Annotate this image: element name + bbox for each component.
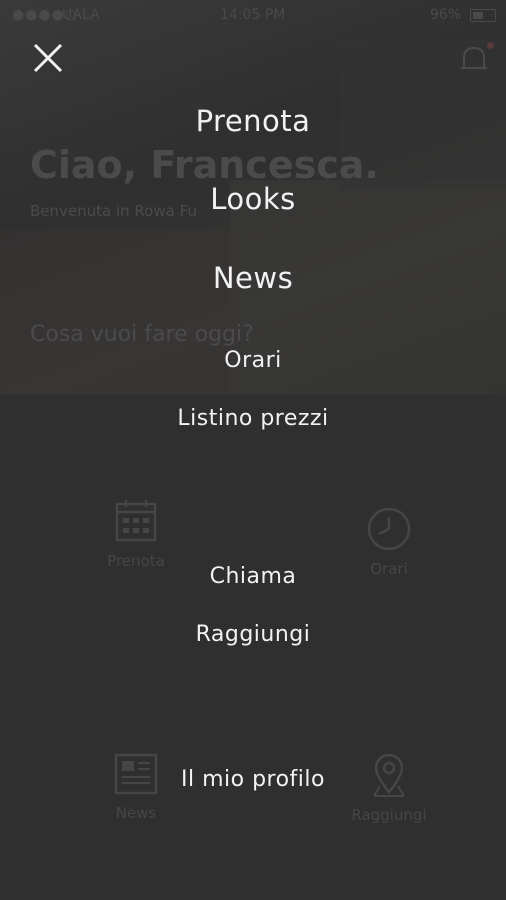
bell-icon <box>461 46 487 69</box>
tile-label: Raggiungi <box>351 806 427 824</box>
menu-item-listino-prezzi[interactable]: Listino prezzi <box>0 406 506 431</box>
notification-dot <box>487 42 494 49</box>
question-heading: Cosa vuoi fare oggi? <box>30 322 254 347</box>
calendar-icon <box>115 500 157 542</box>
menu-item-chiama[interactable]: Chiama <box>0 564 506 589</box>
tile-prenota: Prenota <box>76 498 196 570</box>
menu-item-raggiungi[interactable]: Raggiungi <box>0 622 506 647</box>
menu-item-prenota[interactable]: Prenota <box>0 104 506 138</box>
menu-item-news[interactable]: News <box>0 261 506 295</box>
menu-item-profilo[interactable]: Il mio profilo <box>0 767 506 792</box>
battery-percent: 96% <box>430 7 462 23</box>
carrier-name: UALA <box>62 7 100 23</box>
status-time: 14:05 PM <box>220 7 286 23</box>
clock-icon <box>367 507 411 551</box>
menu-item-looks[interactable]: Looks <box>0 182 506 216</box>
close-icon[interactable] <box>28 38 68 78</box>
app-screen: ●●●●○ UALA 14:05 PM 96% Ciao, Francesca.… <box>0 0 506 900</box>
dashboard-area <box>0 395 506 900</box>
greeting-title: Ciao, Francesca. <box>30 143 379 187</box>
tile-label: News <box>115 804 157 822</box>
status-bar: ●●●●○ UALA 14:05 PM 96% <box>0 0 506 30</box>
menu-item-orari[interactable]: Orari <box>0 348 506 373</box>
battery-icon <box>470 9 496 22</box>
